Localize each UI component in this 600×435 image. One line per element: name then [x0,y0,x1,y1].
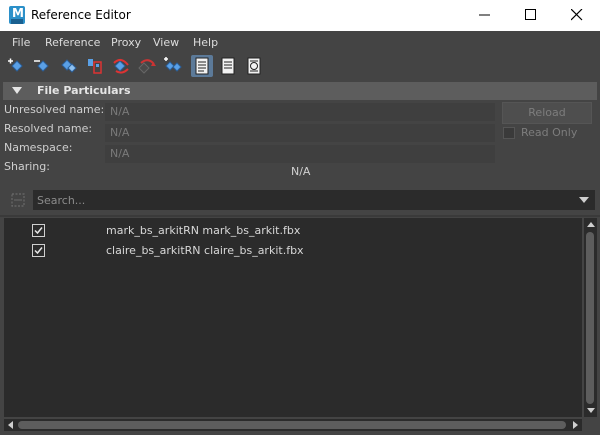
unresolved-name-field: N/A [105,103,495,121]
namespace-label: Namespace: [4,141,73,154]
search-field[interactable] [33,190,595,210]
check-icon [34,227,43,235]
duplicate-reference-icon [138,59,156,74]
create-reference-button[interactable] [6,55,28,77]
list-view-icon [195,57,209,75]
close-button[interactable] [554,0,600,31]
horizontal-scroll-thumb[interactable] [18,421,566,429]
replace-reference-icon [164,57,182,72]
maximize-icon [525,9,536,20]
remove-reference-button[interactable] [32,55,54,77]
reference-row[interactable]: mark_bs_arkitRN mark_bs_arkit.fbx [4,220,582,240]
menu-help[interactable]: Help [193,36,218,49]
close-icon [571,9,583,21]
menu-view[interactable]: View [153,36,179,49]
unload-reference-button[interactable] [110,55,132,77]
reference-load-checkbox[interactable] [32,244,45,257]
search-dropdown-icon[interactable] [579,197,589,203]
replace-reference-button[interactable] [162,55,184,77]
file-particulars-header[interactable]: File Particulars [3,82,597,100]
read-only-label: Read Only [521,126,578,139]
toolbar [0,53,600,81]
sharing-label: Sharing: [4,160,50,173]
vertical-scrollbar[interactable] [584,218,597,417]
reference-label: claire_bs_arkitRN claire_bs_arkit.fbx [106,244,304,257]
attributes-view-icon [221,57,235,75]
duplicate-reference-button[interactable] [136,55,158,77]
list-view-button[interactable] [191,55,213,77]
reload-reference-icon [61,59,77,73]
resolved-name-label: Resolved name: [4,122,93,135]
check-icon [34,247,43,255]
namespace-view-icon [247,57,261,75]
menu-file[interactable]: File [12,36,30,49]
reference-load-checkbox[interactable] [32,224,45,237]
sharing-value: N/A [291,165,311,178]
search-input[interactable] [37,192,567,208]
reference-label: mark_bs_arkitRN mark_bs_arkit.fbx [106,224,301,237]
menu-bar: File Reference Proxy View Help [0,31,600,53]
namespace-view-button[interactable] [243,55,265,77]
reference-list: mark_bs_arkitRN mark_bs_arkit.fbx claire… [4,218,582,417]
create-reference-icon [8,58,23,72]
remove-reference-icon [34,60,49,72]
minimize-button[interactable] [462,0,508,31]
app-icon-base [11,19,23,24]
namespace-field: N/A [105,145,495,163]
title-bar: M Reference Editor [0,0,600,31]
menu-proxy[interactable]: Proxy [111,36,141,49]
maximize-button[interactable] [508,0,554,31]
vertical-scroll-thumb[interactable] [586,232,594,404]
reference-row[interactable]: claire_bs_arkitRN claire_bs_arkit.fbx [4,240,582,260]
unload-reference-icon [113,59,129,74]
import-objects-icon [88,59,102,74]
file-particulars-title: File Particulars [37,84,131,97]
read-only-checkbox[interactable] [503,127,515,139]
maya-icon: M [9,6,25,24]
reload-button[interactable]: Reload [502,102,592,124]
divider [0,215,600,217]
search-row [0,189,600,211]
file-particulars-panel: Unresolved name: N/A Resolved name: N/A … [0,100,600,184]
minimize-icon [479,14,490,16]
app-icon-letter: M [12,6,24,20]
scroll-up-icon[interactable] [587,222,595,227]
scroll-down-icon[interactable] [587,408,595,413]
unresolved-name-label: Unresolved name: [4,103,105,116]
scroll-left-icon[interactable] [8,421,13,429]
reload-reference-button[interactable] [58,55,80,77]
collapse-triangle-icon[interactable] [12,87,22,94]
import-objects-button[interactable] [84,55,106,77]
attributes-view-button[interactable] [217,55,239,77]
menu-reference[interactable]: Reference [45,36,100,49]
horizontal-scrollbar[interactable] [4,419,582,431]
filter-icon[interactable] [9,191,27,209]
resolved-name-field: N/A [105,124,495,142]
scroll-right-icon[interactable] [573,421,578,429]
window-title: Reference Editor [31,8,131,22]
